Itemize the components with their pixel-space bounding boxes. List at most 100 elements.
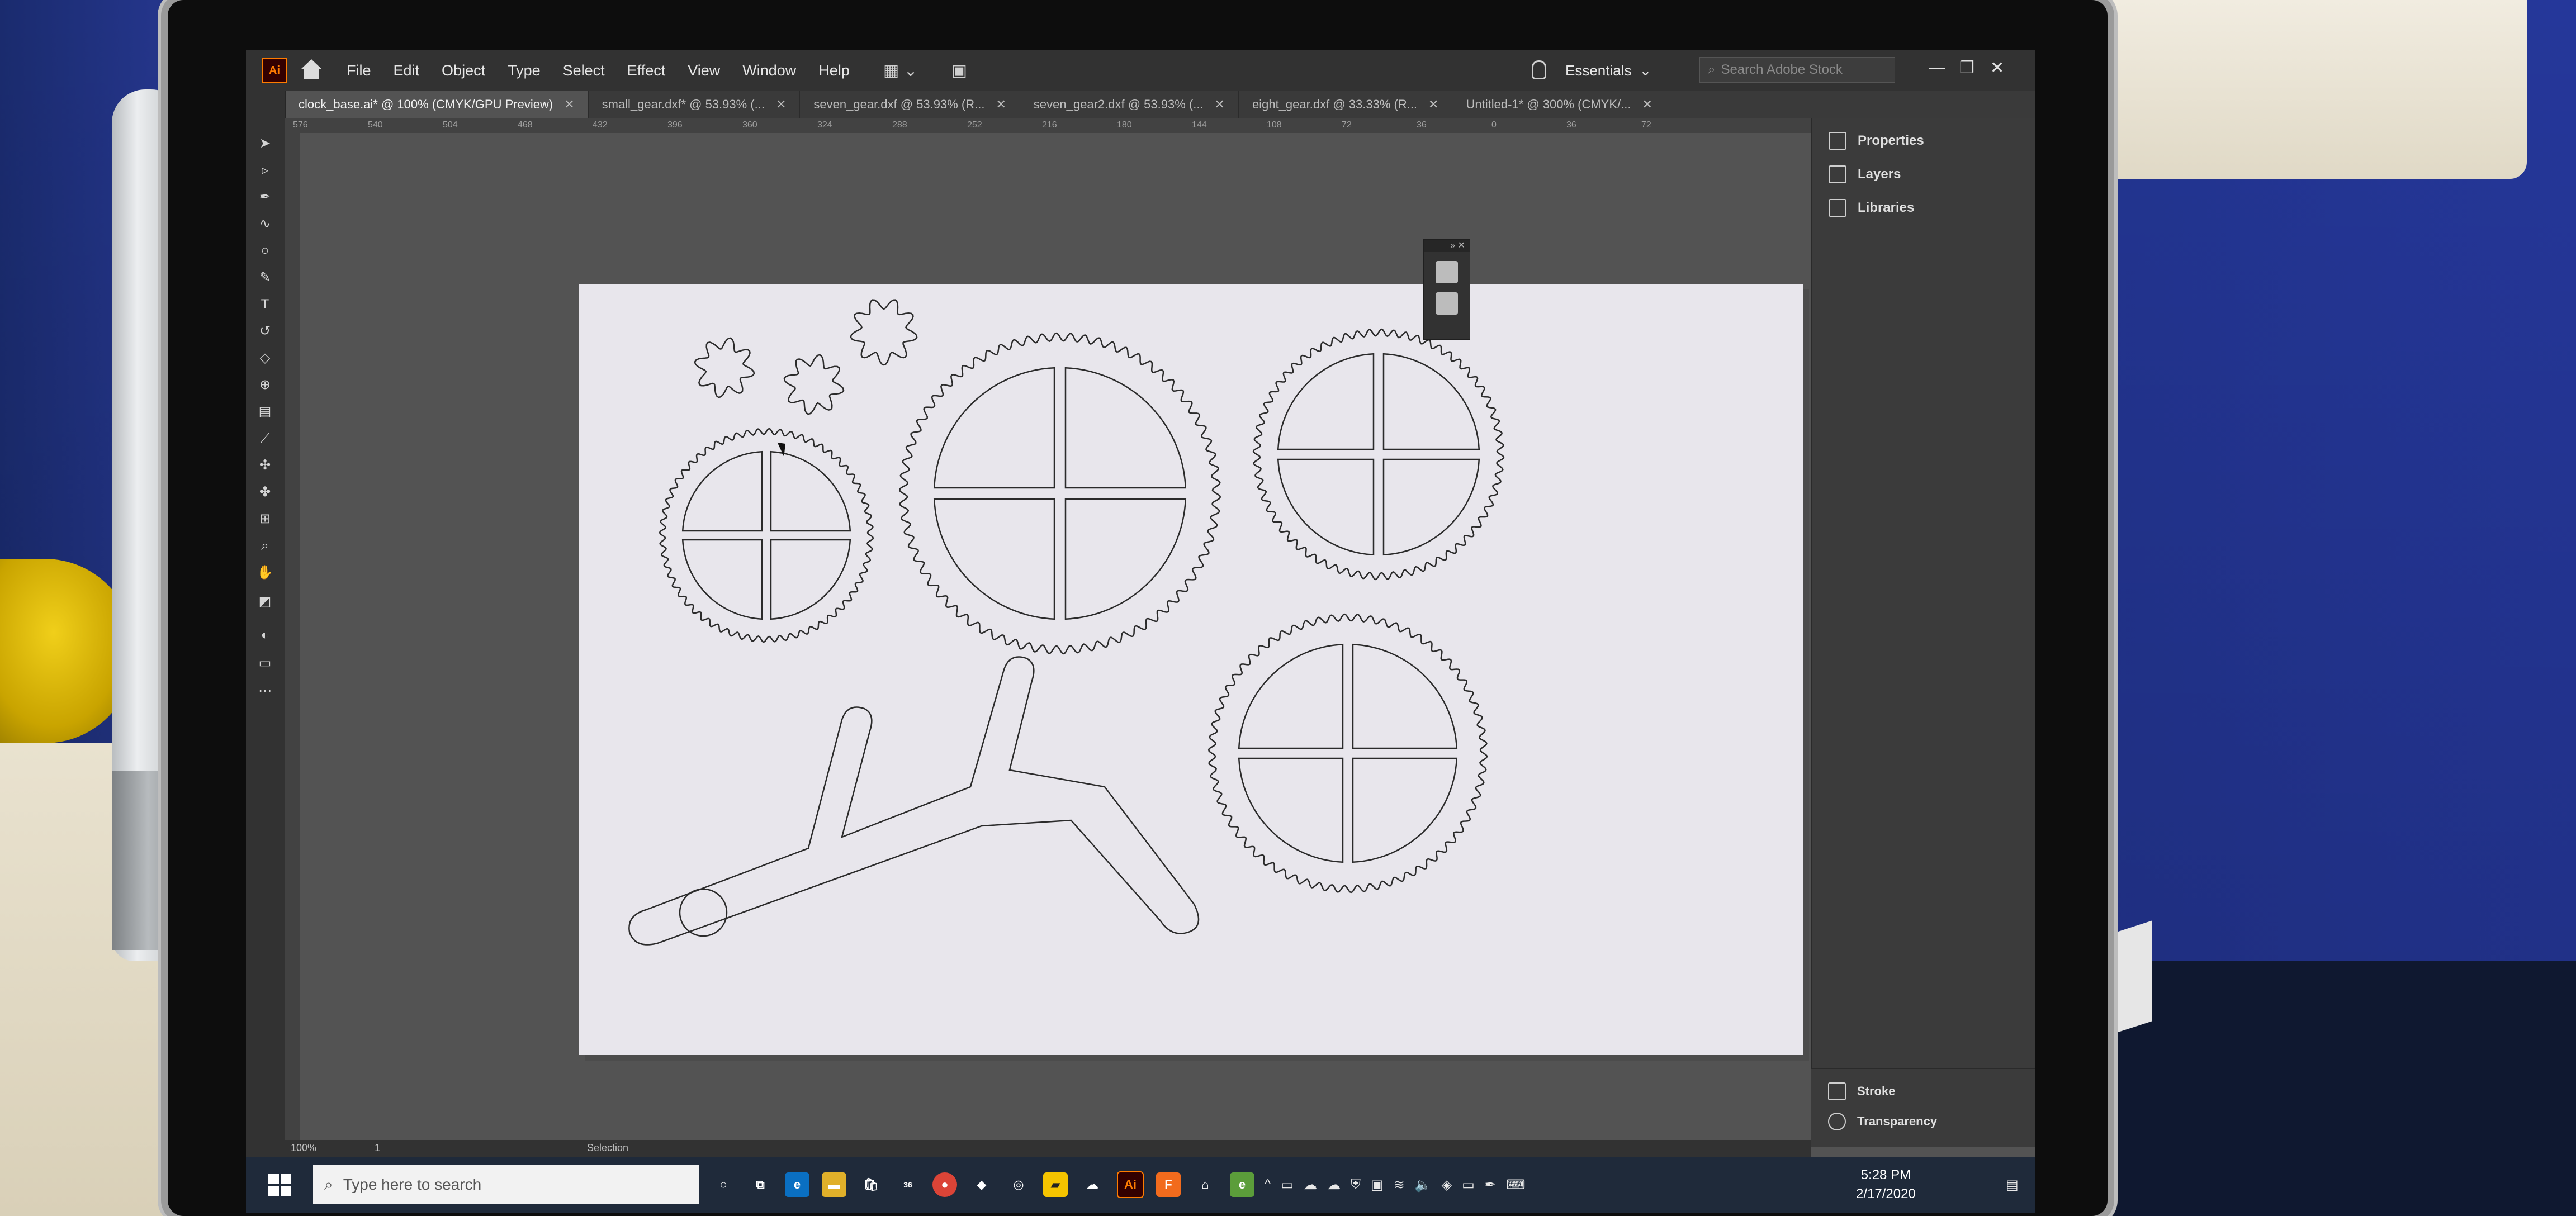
libraries-panel-tab[interactable]: Libraries — [1829, 197, 1914, 219]
menu-file[interactable]: File — [347, 62, 371, 79]
tray-wifi-icon[interactable]: ≋ — [1394, 1177, 1405, 1193]
close-icon[interactable]: ✕ — [1642, 97, 1652, 112]
tab-seven-gear2[interactable]: seven_gear2.dxf @ 53.93% (... ✕ — [1020, 91, 1239, 118]
layers-panel-tab[interactable]: Layers — [1829, 163, 1901, 186]
ruler-tick: 144 — [1192, 120, 1207, 130]
tray-keyboard-icon[interactable]: ⌨ — [1506, 1177, 1526, 1193]
tray-chevron-icon[interactable]: ^ — [1265, 1177, 1271, 1193]
tray-pen-icon[interactable]: ✒ — [1485, 1177, 1496, 1193]
tray-dropbox-icon[interactable]: ◈ — [1442, 1177, 1452, 1193]
ellipse-tool-icon[interactable]: ○ — [254, 243, 276, 259]
artboard[interactable] — [579, 284, 1803, 1055]
gradient-tool-icon[interactable]: ▤ — [254, 403, 276, 420]
arrange-documents-icon[interactable]: ▦ ⌄ — [883, 61, 918, 80]
sketch-icon[interactable]: ◆ — [969, 1172, 994, 1197]
illustrator-taskbar-icon[interactable]: Ai — [1117, 1171, 1144, 1198]
menu-edit[interactable]: Edit — [394, 62, 420, 79]
tab-small-gear[interactable]: small_gear.dxf* @ 53.93% (... ✕ — [589, 91, 801, 118]
vertical-ruler — [285, 133, 300, 1172]
curvature-tool-icon[interactable]: ∿ — [254, 216, 276, 232]
windows-start-icon[interactable] — [268, 1174, 291, 1196]
tools-panel: ➤ ▹ ✒ ∿ ○ ✎ T ↺ ◇ ⊕ ▤ ⟋ ✣ ✤ ⊞ ⌕ ✋ ◩ ◐ ▭ … — [246, 91, 286, 1186]
taskbar-clock[interactable]: 5:28 PM 2/17/2020 — [1856, 1166, 1916, 1204]
lightbulb-icon[interactable] — [1532, 60, 1546, 79]
weather-icon[interactable]: ☁ — [1080, 1172, 1105, 1197]
tray-cloud-icon[interactable]: ☁ — [1327, 1177, 1341, 1193]
store-icon[interactable]: 🛍 — [859, 1172, 883, 1197]
eyedropper-tool-icon[interactable]: ⟋ — [254, 430, 276, 447]
tab-untitled-1[interactable]: Untitled-1* @ 300% (CMYK/... ✕ — [1452, 91, 1666, 118]
stock-search-input[interactable]: ⌕ Search Adobe Stock — [1699, 57, 1895, 83]
gpu-performance-icon[interactable]: ▣ — [951, 61, 967, 80]
appearance-icon[interactable] — [1436, 292, 1458, 315]
taskbar-search-input[interactable]: ⌕ Type here to search — [313, 1165, 699, 1204]
menu-help[interactable]: Help — [818, 62, 850, 79]
fusion-icon[interactable]: F — [1156, 1172, 1181, 1197]
tray-volume-icon[interactable]: 🔈 — [1415, 1177, 1432, 1193]
shape-builder-icon[interactable]: ⊕ — [254, 377, 276, 393]
close-icon[interactable]: ✕ — [996, 97, 1006, 112]
tray-display-icon[interactable]: ▣ — [1371, 1177, 1384, 1193]
zoom-level[interactable]: 100% — [291, 1142, 316, 1154]
transparency-panel-tab[interactable]: Transparency — [1828, 1110, 1937, 1133]
tray-battery-icon[interactable]: ▭ — [1462, 1177, 1475, 1193]
artboard-number[interactable]: 1 — [375, 1142, 380, 1154]
properties-panel-tab[interactable]: Properties — [1829, 130, 1924, 152]
notifications-icon[interactable]: ▤ — [2006, 1177, 2019, 1193]
artboard-tool-icon[interactable]: ⊞ — [254, 511, 276, 528]
canvas-area[interactable]: » ✕ — [300, 133, 1811, 1172]
sticky-notes-icon[interactable]: ▰ — [1043, 1172, 1068, 1197]
small-gear-3 — [850, 299, 918, 366]
tray-security-icon[interactable]: ⛨ — [1351, 1177, 1361, 1193]
close-icon[interactable]: ✕ — [1990, 58, 2004, 78]
recolor-icon[interactable] — [1436, 261, 1458, 283]
eraser-tool-icon[interactable]: ◇ — [254, 350, 276, 367]
tab-clock-base[interactable]: clock_base.ai* @ 100% (CMYK/GPU Preview)… — [285, 91, 589, 118]
restore-icon[interactable]: ❐ — [1959, 58, 1974, 78]
rotate-tool-icon[interactable]: ↺ — [254, 323, 276, 340]
menu-effect[interactable]: Effect — [627, 62, 666, 79]
menu-view[interactable]: View — [688, 62, 720, 79]
selection-tool-icon[interactable]: ➤ — [254, 135, 276, 152]
app-icon[interactable]: ⌂ — [1193, 1172, 1218, 1197]
libraries-icon — [1829, 199, 1846, 217]
menu-select[interactable]: Select — [563, 62, 605, 79]
cortana-icon[interactable]: ○ — [711, 1172, 736, 1197]
photos-icon[interactable]: ◎ — [1006, 1172, 1031, 1197]
home-icon[interactable] — [299, 59, 324, 82]
close-icon[interactable]: ✕ — [564, 97, 574, 112]
task-view-icon[interactable]: ⧉ — [748, 1172, 773, 1197]
type-tool-icon[interactable]: T — [254, 296, 276, 313]
fill-stroke-icon[interactable]: ◩ — [254, 593, 276, 610]
direct-selection-tool-icon[interactable]: ▹ — [254, 162, 276, 179]
hand-tool-icon[interactable]: ✋ — [254, 564, 276, 581]
drawing-modes-icon[interactable]: ◐ — [254, 627, 276, 644]
mail-icon[interactable]: 36 — [896, 1172, 920, 1197]
blend-tool-icon[interactable]: ✣ — [254, 457, 276, 474]
file-explorer-icon[interactable]: ▬ — [822, 1172, 846, 1197]
chrome-icon[interactable]: ● — [932, 1172, 957, 1197]
stroke-panel-tab[interactable]: Stroke — [1828, 1080, 1895, 1103]
close-icon[interactable]: ✕ — [776, 97, 786, 112]
paintbrush-tool-icon[interactable]: ✎ — [254, 269, 276, 286]
tray-onedrive-icon[interactable]: ☁ — [1304, 1177, 1317, 1193]
ruler-tick: 576 — [293, 120, 308, 130]
screen-mode-icon[interactable]: ▭ — [254, 655, 276, 672]
more-tools-icon[interactable]: ⋯ — [254, 683, 276, 700]
close-icon[interactable]: ✕ — [1215, 97, 1225, 112]
tray-network-icon[interactable]: ▭ — [1281, 1177, 1294, 1193]
workspace-switcher[interactable]: Essentials ⌄ — [1565, 50, 1651, 91]
minimize-icon[interactable]: — — [1929, 58, 1945, 77]
zoom-tool-icon[interactable]: ⌕ — [254, 538, 276, 554]
tab-eight-gear[interactable]: eight_gear.dxf @ 33.33% (R... ✕ — [1239, 91, 1453, 118]
menu-window[interactable]: Window — [742, 62, 796, 79]
tab-seven-gear[interactable]: seven_gear.dxf @ 53.93% (R... ✕ — [800, 91, 1020, 118]
edge-dev-icon[interactable]: e — [1230, 1172, 1254, 1197]
pen-tool-icon[interactable]: ✒ — [254, 189, 276, 206]
symbol-sprayer-icon[interactable]: ✤ — [254, 484, 276, 501]
panel-close-icon[interactable]: » ✕ — [1424, 240, 1470, 252]
edge-icon[interactable]: e — [785, 1172, 809, 1197]
close-icon[interactable]: ✕ — [1428, 97, 1438, 112]
menu-type[interactable]: Type — [508, 62, 541, 79]
menu-object[interactable]: Object — [442, 62, 485, 79]
